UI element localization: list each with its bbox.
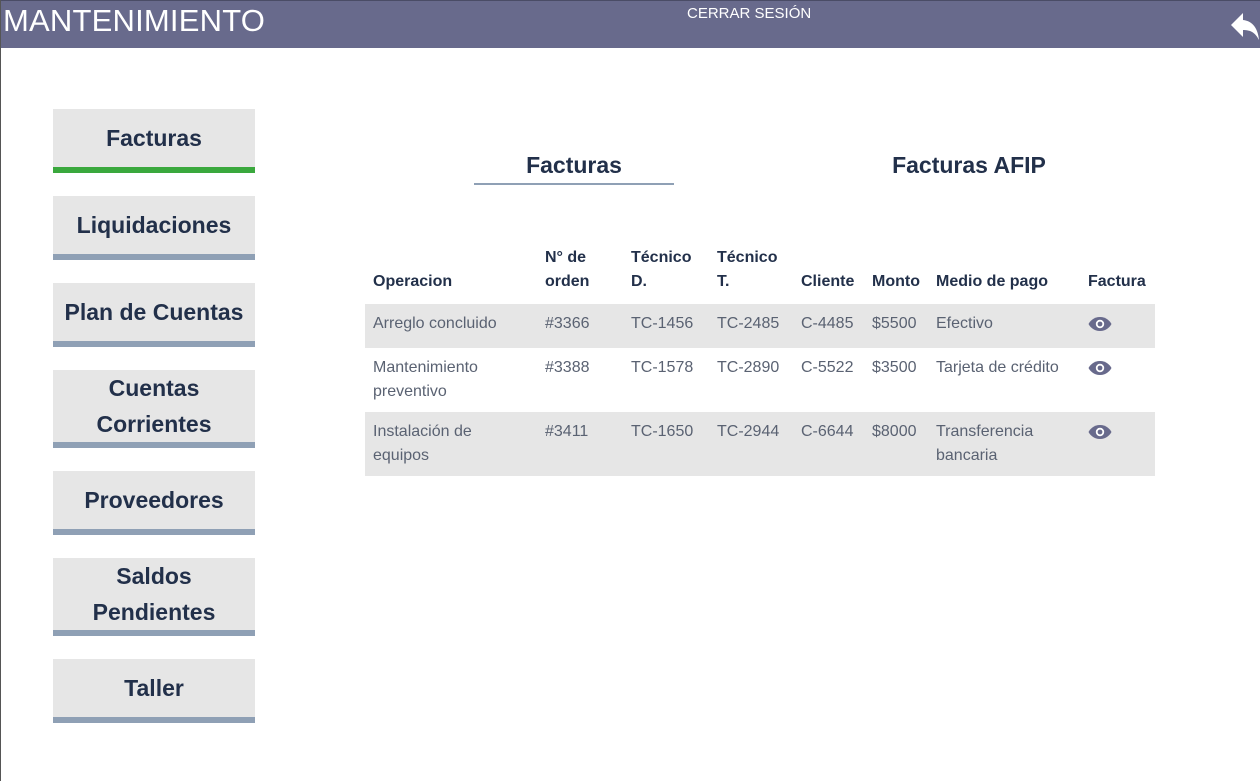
sidebar-item-facturas[interactable]: Facturas bbox=[53, 109, 255, 173]
cell-medio-de-pago: Transferencia bancaria bbox=[928, 412, 1080, 476]
cell-cliente: C-5522 bbox=[801, 359, 854, 376]
column-header-tecnico-t: Técnico T. bbox=[717, 249, 778, 290]
table-row: Arreglo concluido #3366 TC-1456 TC-2485 … bbox=[365, 304, 1155, 348]
cell-operacion: Mantenimiento preventivo bbox=[373, 359, 478, 400]
column-header-tecnico-d: Técnico D. bbox=[631, 249, 692, 290]
cell-tecnico-t: TC-2944 bbox=[709, 412, 793, 476]
cell-operacion: Instalación de equipos bbox=[365, 412, 537, 476]
sidebar-item-proveedores[interactable]: Proveedores bbox=[53, 471, 255, 535]
tab-facturas[interactable]: Facturas bbox=[474, 150, 674, 185]
cell-tecnico-d: TC-1578 bbox=[631, 359, 694, 376]
cell-cliente: C-4485 bbox=[793, 304, 864, 348]
sidebar-item-taller[interactable]: Taller bbox=[53, 659, 255, 723]
cell-tecnico-t: TC-2890 bbox=[717, 359, 780, 376]
sidebar-item-saldos-pendientes[interactable]: Saldos Pendientes bbox=[53, 558, 255, 636]
column-header-medio-de-pago: Medio de pago bbox=[936, 273, 1048, 290]
column-header-orden: N° de orden bbox=[545, 249, 590, 290]
cell-orden: #3366 bbox=[537, 304, 623, 348]
invoices-table: Operacion N° de orden Técnico D. Técnico… bbox=[365, 246, 1155, 476]
table-row: Mantenimiento preventivo #3388 TC-1578 T… bbox=[365, 348, 1155, 412]
sidebar-item-label: Saldos Pendientes bbox=[92, 563, 216, 625]
cell-monto: $3500 bbox=[872, 359, 917, 376]
sidebar-item-liquidaciones[interactable]: Liquidaciones bbox=[53, 196, 255, 260]
cell-factura bbox=[1080, 304, 1155, 348]
cell-operacion: Arreglo concluido bbox=[365, 304, 537, 348]
table-header-row: Operacion N° de orden Técnico D. Técnico… bbox=[365, 246, 1155, 304]
sidebar-item-plan-de-cuentas[interactable]: Plan de Cuentas bbox=[53, 283, 255, 347]
cell-tecnico-d: TC-1456 bbox=[623, 304, 709, 348]
cell-monto: $5500 bbox=[864, 304, 928, 348]
cell-factura bbox=[1080, 348, 1155, 412]
app-title: MANTENIMIENTO bbox=[3, 3, 266, 38]
eye-icon[interactable] bbox=[1088, 360, 1112, 376]
top-bar: MANTENIMIENTO CERRAR SESIÓN bbox=[1, 0, 1260, 48]
column-header-factura: Factura bbox=[1088, 273, 1146, 290]
reply-arrow-icon[interactable] bbox=[1229, 9, 1260, 43]
sidebar-item-label: Facturas bbox=[106, 125, 202, 151]
cell-monto: $8000 bbox=[864, 412, 928, 476]
tab-facturas-afip[interactable]: Facturas AFIP bbox=[869, 150, 1069, 180]
cell-cliente: C-6644 bbox=[793, 412, 864, 476]
cell-orden: #3388 bbox=[545, 359, 590, 376]
sidebar-item-label: Taller bbox=[124, 675, 184, 701]
cell-factura bbox=[1080, 412, 1155, 476]
cell-orden: #3411 bbox=[537, 412, 623, 476]
column-header-monto: Monto bbox=[872, 273, 920, 290]
eye-icon[interactable] bbox=[1088, 316, 1112, 332]
column-header-operacion: Operacion bbox=[373, 273, 453, 290]
sidebar-item-label: Liquidaciones bbox=[76, 212, 232, 238]
sidebar-item-label: Plan de Cuentas bbox=[64, 299, 244, 325]
table-row: Instalación de equipos #3411 TC-1650 TC-… bbox=[365, 412, 1155, 476]
cell-medio-de-pago: Efectivo bbox=[928, 304, 1080, 348]
cell-tecnico-d: TC-1650 bbox=[623, 412, 709, 476]
sidebar-item-label: Cuentas Corrientes bbox=[96, 375, 212, 437]
logout-button[interactable]: CERRAR SESIÓN bbox=[687, 5, 811, 23]
eye-icon[interactable] bbox=[1088, 424, 1112, 440]
cell-tecnico-t: TC-2485 bbox=[709, 304, 793, 348]
cell-medio-de-pago: Tarjeta de crédito bbox=[936, 359, 1059, 376]
column-header-cliente: Cliente bbox=[801, 273, 855, 290]
sidebar-item-cuentas-corrientes[interactable]: Cuentas Corrientes bbox=[53, 370, 255, 448]
sidebar-item-label: Proveedores bbox=[84, 487, 224, 513]
